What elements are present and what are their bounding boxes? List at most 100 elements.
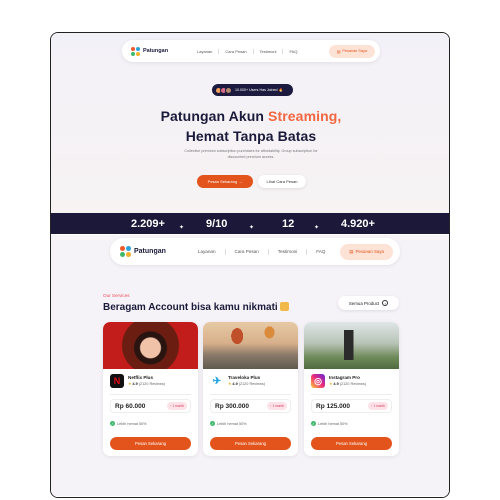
nav-link-faq[interactable]: FAQ [283,49,303,54]
product-rating: ★ 4.9 (2120 Reviews) [228,381,266,387]
product-price: Rp 300.000 [215,402,249,410]
saving-label: Lebih hemat 50% [117,421,147,426]
my-orders-button[interactable]: ▤ Pesanan Saya [328,44,375,58]
order-button[interactable]: Pesan Sekarang [110,437,191,450]
brand-logo[interactable]: Patungan [131,46,169,56]
rating-value: 4.9 [232,381,238,386]
users-joined-text: 10.000+ Users Has Joined 🔥 [235,88,283,92]
product-card-instagram[interactable]: ◎ Instagram Pro ★ 4.9 (2120 Reviews) Rp … [304,322,399,456]
brand-name: Patungan [134,248,166,255]
product-name: Netflix Plus [128,375,154,380]
logo-icon [120,246,131,257]
rating-value: 4.9 [132,381,138,386]
duration-label: 1 month [172,404,184,408]
bottom-edge [51,496,449,497]
product-card-traveloka[interactable]: ✈ Traveloka Plus ★ 4.9 (2120 Reviews) Rp… [203,322,298,456]
nav-link-cara-pesan[interactable]: Cara Pesan [219,49,252,54]
stat-value: 9/10 [206,218,228,230]
review-count: (2120 Reviews) [339,381,367,386]
saving-info: ✓ Lebih hemat 50% [110,421,147,426]
services-screen: Patungan Layanan Cara Pesan Testimoni FA… [51,234,449,497]
services-title-text: Beragam Account bisa kamu nikmati [103,302,278,313]
product-image [304,322,399,369]
services-title: Beragam Account bisa kamu nikmati [103,302,289,313]
sparkle-icon: ✦ [314,225,320,231]
my-orders-label: Pesanan Saya [355,249,384,254]
saving-info: ✓ Lebih hemat 50% [210,421,247,426]
nav-link-cara-pesan[interactable]: Cara Pesan [226,249,268,254]
order-now-button[interactable]: Pesan Sekarang → [197,175,253,188]
star-icon: ★ [329,382,333,386]
receipt-icon: ▤ [349,248,354,254]
product-card-netflix[interactable]: N Netflix Plus ★ 4.9 (2120 Reviews) Rp 6… [103,322,198,456]
stat-value: 4.920+ [341,218,375,230]
services-eyebrow: Our Services [103,293,130,298]
hero-title-prefix: Patungan Akun [160,108,269,124]
product-image [103,322,198,369]
instagram-icon: ◎ [311,374,325,388]
sticky-navbar: Patungan Layanan Cara Pesan Testimoni FA… [110,238,400,265]
party-emoji-icon [279,302,289,311]
brand-logo[interactable]: Patungan [120,246,166,257]
duration-badge: ◔ 1 month [166,402,187,410]
nav-link-testimoni[interactable]: Testimoni [269,249,306,254]
clock-icon: ◔ [169,404,172,408]
price-box: Rp 300.000 ◔ 1 month [210,399,291,413]
device-frame: Patungan Layanan Cara Pesan Testimoni FA… [50,32,450,498]
saving-label: Lebih hemat 50% [217,421,247,426]
product-price: Rp 125.000 [316,402,350,410]
stat-value: 12 [282,218,295,230]
hero-title-line-1: Patungan Akun Streaming, [51,108,449,124]
product-rating: ★ 4.9 (2120 Reviews) [329,381,367,387]
netflix-icon: N [110,374,124,388]
card-divider [210,394,291,395]
brand-name: Patungan [143,48,169,54]
hero-title-accent: Streaming, [268,108,342,124]
avatar-group [215,86,232,94]
nav-link-faq[interactable]: FAQ [307,249,334,254]
card-divider [110,394,191,395]
price-box: Rp 125.000 ◔ 1 month [311,399,392,413]
nav-links: Layanan Cara Pesan Testimoni FAQ [189,248,335,255]
duration-badge: ◔ 1 month [266,402,287,410]
nav-link-layanan[interactable]: Layanan [189,249,225,254]
nav-links: Layanan Cara Pesan Testimoni FAQ [191,48,303,54]
check-icon: ✓ [210,421,215,426]
sparkle-icon: ✦ [179,225,185,231]
card-divider [311,394,392,395]
receipt-icon: ▤ [336,49,341,54]
product-price: Rp 60.000 [115,402,146,410]
how-to-order-button[interactable]: Lihat Cara Pesan [258,175,306,188]
product-rating: ★ 4.9 (2120 Reviews) [128,381,165,387]
nav-link-testimoni[interactable]: Testimoni [254,49,283,54]
all-products-label: Semua Product [348,300,380,306]
all-products-button[interactable]: Semua Product › [338,296,399,310]
check-icon: ✓ [311,421,316,426]
users-joined-badge: 10.000+ Users Has Joined 🔥 [212,84,293,96]
my-orders-label: Pesanan Saya [342,49,367,53]
sparkle-icon: ✦ [249,225,255,231]
logo-icon [131,46,140,56]
stat-value: 2.209+ [131,218,165,230]
order-button[interactable]: Pesan Sekarang [210,437,291,450]
duration-label: 1 month [272,404,284,408]
order-button[interactable]: Pesan Sekarang [311,437,392,450]
my-orders-button[interactable]: ▤ Pesanan Saya [340,243,393,260]
review-count: (2120 Reviews) [238,381,266,386]
top-navbar: Patungan Layanan Cara Pesan Testimoni FA… [122,40,380,62]
clock-icon: ◔ [269,404,272,408]
price-box: Rp 60.000 ◔ 1 month [110,399,191,413]
nav-link-layanan[interactable]: Layanan [191,49,218,54]
clock-icon: ◔ [370,404,373,408]
hero-section: Patungan Layanan Cara Pesan Testimoni FA… [51,33,449,213]
duration-label: 1 month [373,404,385,408]
traveloka-icon: ✈ [210,374,224,388]
product-name: Traveloka Plus [228,375,261,380]
product-image [203,322,298,369]
hero-description: Collective premium subscription purchase… [184,149,318,159]
hero-title-line-2: Hemat Tanpa Batas [185,128,317,144]
saving-label: Lebih hemat 50% [318,421,348,426]
product-name: Instagram Pro [329,375,360,380]
duration-badge: ◔ 1 month [367,402,388,410]
arrow-right-icon: › [382,300,389,306]
